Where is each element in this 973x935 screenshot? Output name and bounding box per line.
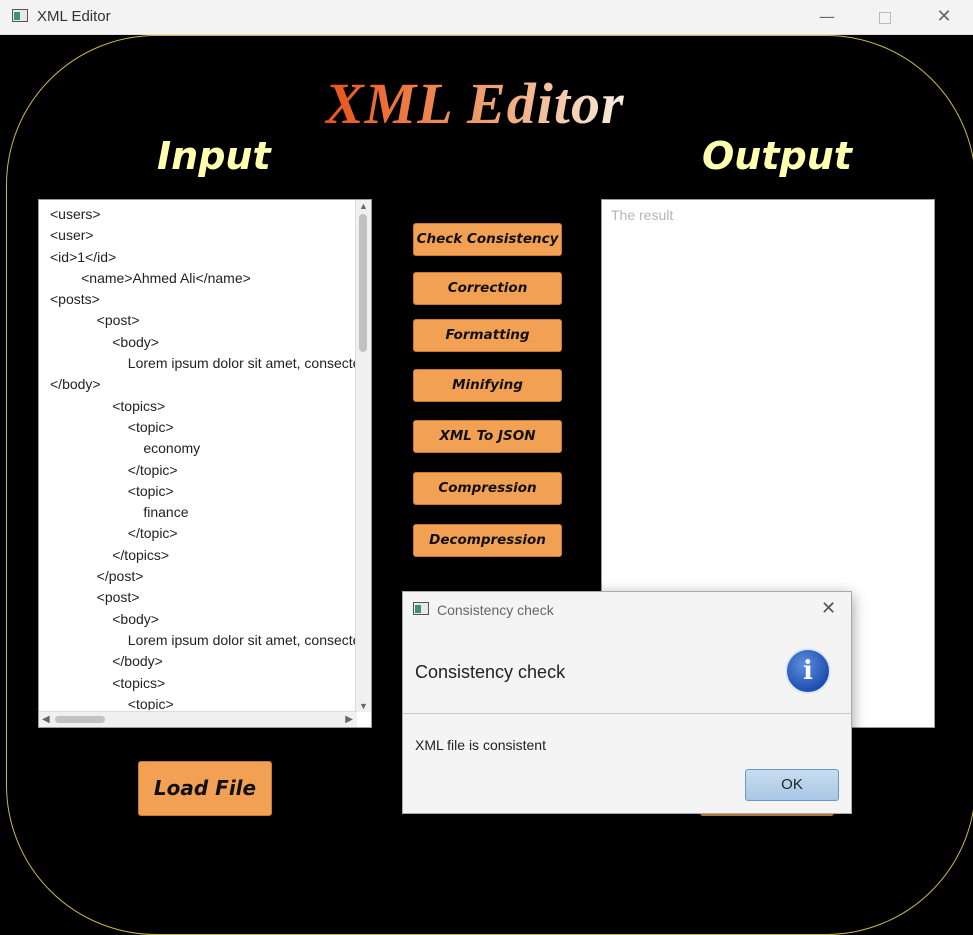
window-title: XML Editor — [37, 8, 111, 25]
code-line: </topics> — [50, 546, 170, 563]
code-line: </topic> — [50, 461, 178, 478]
code-line: finance — [50, 504, 189, 521]
code-line: <body> — [50, 333, 159, 350]
code-line: </post> — [50, 568, 144, 585]
info-icon: i — [785, 648, 831, 694]
vertical-scroll-thumb[interactable] — [359, 214, 367, 352]
code-line: <posts> — [50, 291, 100, 308]
code-line: </body> — [50, 653, 163, 670]
check-consistency-button[interactable]: Check Consistency — [413, 223, 562, 256]
xml-to-json-button[interactable]: XML To JSON — [413, 420, 562, 453]
code-line: <user> — [50, 227, 94, 244]
dialog-window-icon — [413, 602, 429, 615]
decompression-button[interactable]: Decompression — [413, 524, 562, 557]
code-line: Lorem ipsum dolor sit amet, consectetur — [50, 631, 356, 648]
input-text-content[interactable]: <users> <user> <id>1</id> <name>Ahmed Ali<… — [50, 204, 356, 710]
code-line: Lorem ipsum dolor sit amet, consectetur — [50, 355, 356, 372]
vertical-scrollbar[interactable]: ▲ ▼ — [355, 200, 371, 712]
maximize-button[interactable] — [862, 4, 908, 30]
code-line: <topic> — [50, 418, 174, 435]
code-line: <topic> — [50, 482, 174, 499]
scroll-up-icon[interactable]: ▲ — [356, 201, 371, 211]
horizontal-scrollbar[interactable]: ◀ ▶ — [39, 711, 357, 727]
dialog-header: Consistency check i — [403, 627, 851, 714]
dialog-close-icon[interactable]: ✕ — [821, 598, 836, 619]
ok-button[interactable]: OK — [745, 769, 839, 801]
code-line: <body> — [50, 610, 159, 627]
formatting-button[interactable]: Formatting — [413, 319, 562, 352]
horizontal-scroll-thumb[interactable] — [55, 716, 105, 723]
app-window-icon — [12, 9, 28, 22]
input-label: Input — [157, 134, 271, 178]
dialog-header-text: Consistency check — [415, 662, 566, 682]
maximize-icon — [879, 12, 891, 24]
code-line: <topic> — [50, 695, 174, 710]
code-line: <post> — [50, 589, 140, 606]
minifying-button[interactable]: Minifying — [413, 369, 562, 402]
dialog-title: Consistency check — [437, 602, 554, 618]
code-line: <topics> — [50, 674, 166, 691]
scroll-down-icon[interactable]: ▼ — [356, 701, 371, 711]
window-titlebar: XML Editor — ✕ — [0, 0, 973, 35]
output-placeholder: The result — [611, 207, 674, 223]
code-line: <topics> — [50, 397, 166, 414]
correction-button[interactable]: Correction — [413, 272, 562, 305]
code-line: <post> — [50, 312, 140, 329]
dialog-message: XML file is consistent — [415, 737, 546, 753]
code-line: <name>Ahmed Ali</name> — [50, 269, 251, 286]
load-file-button[interactable]: Load File — [138, 761, 272, 816]
code-line: </body> — [50, 376, 101, 393]
output-label: Output — [702, 134, 852, 178]
app-title: XML Editor — [325, 71, 625, 136]
scroll-left-icon[interactable]: ◀ — [42, 712, 50, 727]
compression-button[interactable]: Compression — [413, 472, 562, 505]
minimize-button[interactable]: — — [804, 4, 850, 30]
scroll-right-icon[interactable]: ▶ — [345, 712, 353, 727]
input-textarea[interactable]: <users> <user> <id>1</id> <name>Ahmed Ali<… — [38, 199, 372, 728]
code-line: </topic> — [50, 525, 178, 542]
dialog-titlebar: Consistency check ✕ — [403, 592, 851, 627]
code-line: economy — [50, 440, 201, 457]
consistency-dialog: Consistency check ✕ Consistency check i … — [402, 591, 852, 814]
code-line: <id>1</id> — [50, 248, 117, 265]
close-window-button[interactable]: ✕ — [921, 4, 967, 30]
code-line: <users> — [50, 206, 101, 222]
